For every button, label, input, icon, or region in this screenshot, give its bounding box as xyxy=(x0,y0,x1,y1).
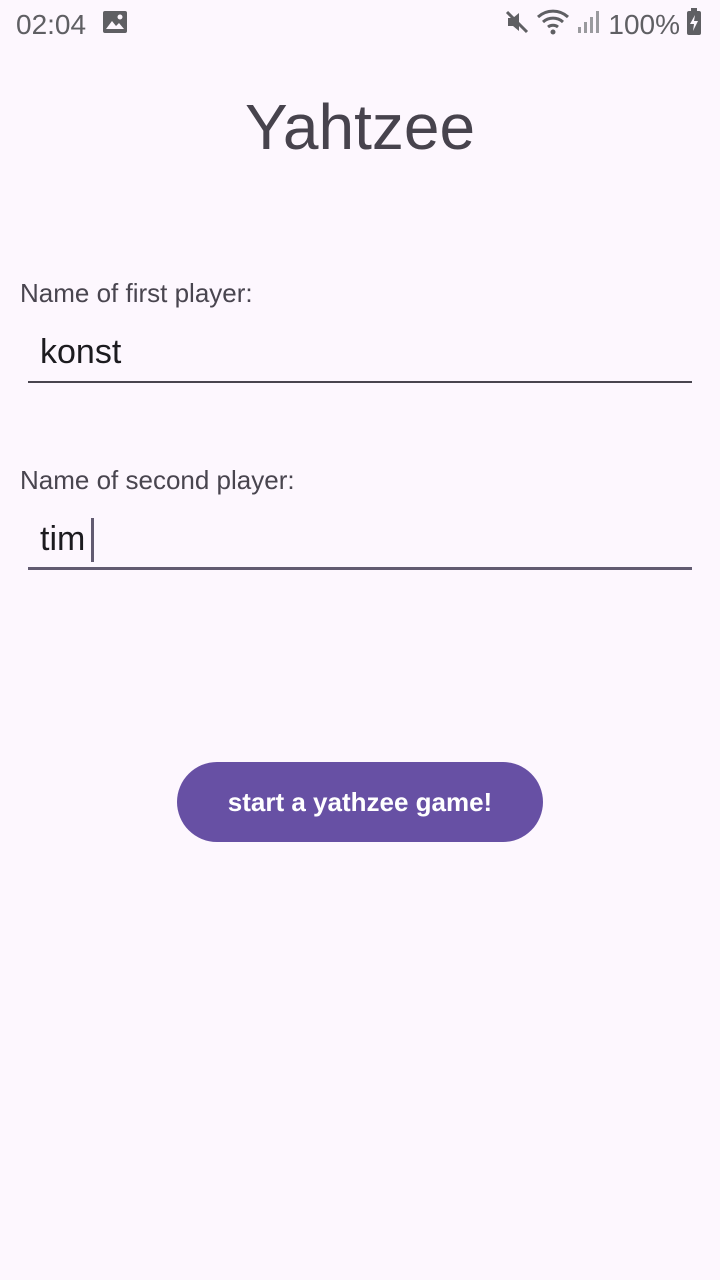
mute-icon xyxy=(504,9,530,42)
clock: 02:04 xyxy=(16,9,87,40)
first-player-label: Name of first player: xyxy=(20,278,253,308)
first-player-field[interactable] xyxy=(28,327,692,383)
status-left: 02:04 xyxy=(16,9,128,41)
first-player-input[interactable] xyxy=(40,327,680,377)
start-game-button[interactable]: start a yathzee game! xyxy=(177,762,543,842)
status-bar: 02:04 100% xyxy=(0,0,720,50)
page-title: Yahtzee xyxy=(244,91,476,163)
battery-percent: 100% xyxy=(608,9,680,40)
second-player-label: Name of second player: xyxy=(20,465,295,495)
battery-charging-icon xyxy=(686,7,702,43)
status-right: 100% xyxy=(498,7,702,43)
image-icon xyxy=(102,9,128,41)
wifi-icon xyxy=(536,8,570,43)
text-cursor xyxy=(91,518,94,562)
signal-icon xyxy=(576,9,600,42)
second-player-input[interactable] xyxy=(40,514,680,564)
second-player-field[interactable] xyxy=(28,514,692,570)
